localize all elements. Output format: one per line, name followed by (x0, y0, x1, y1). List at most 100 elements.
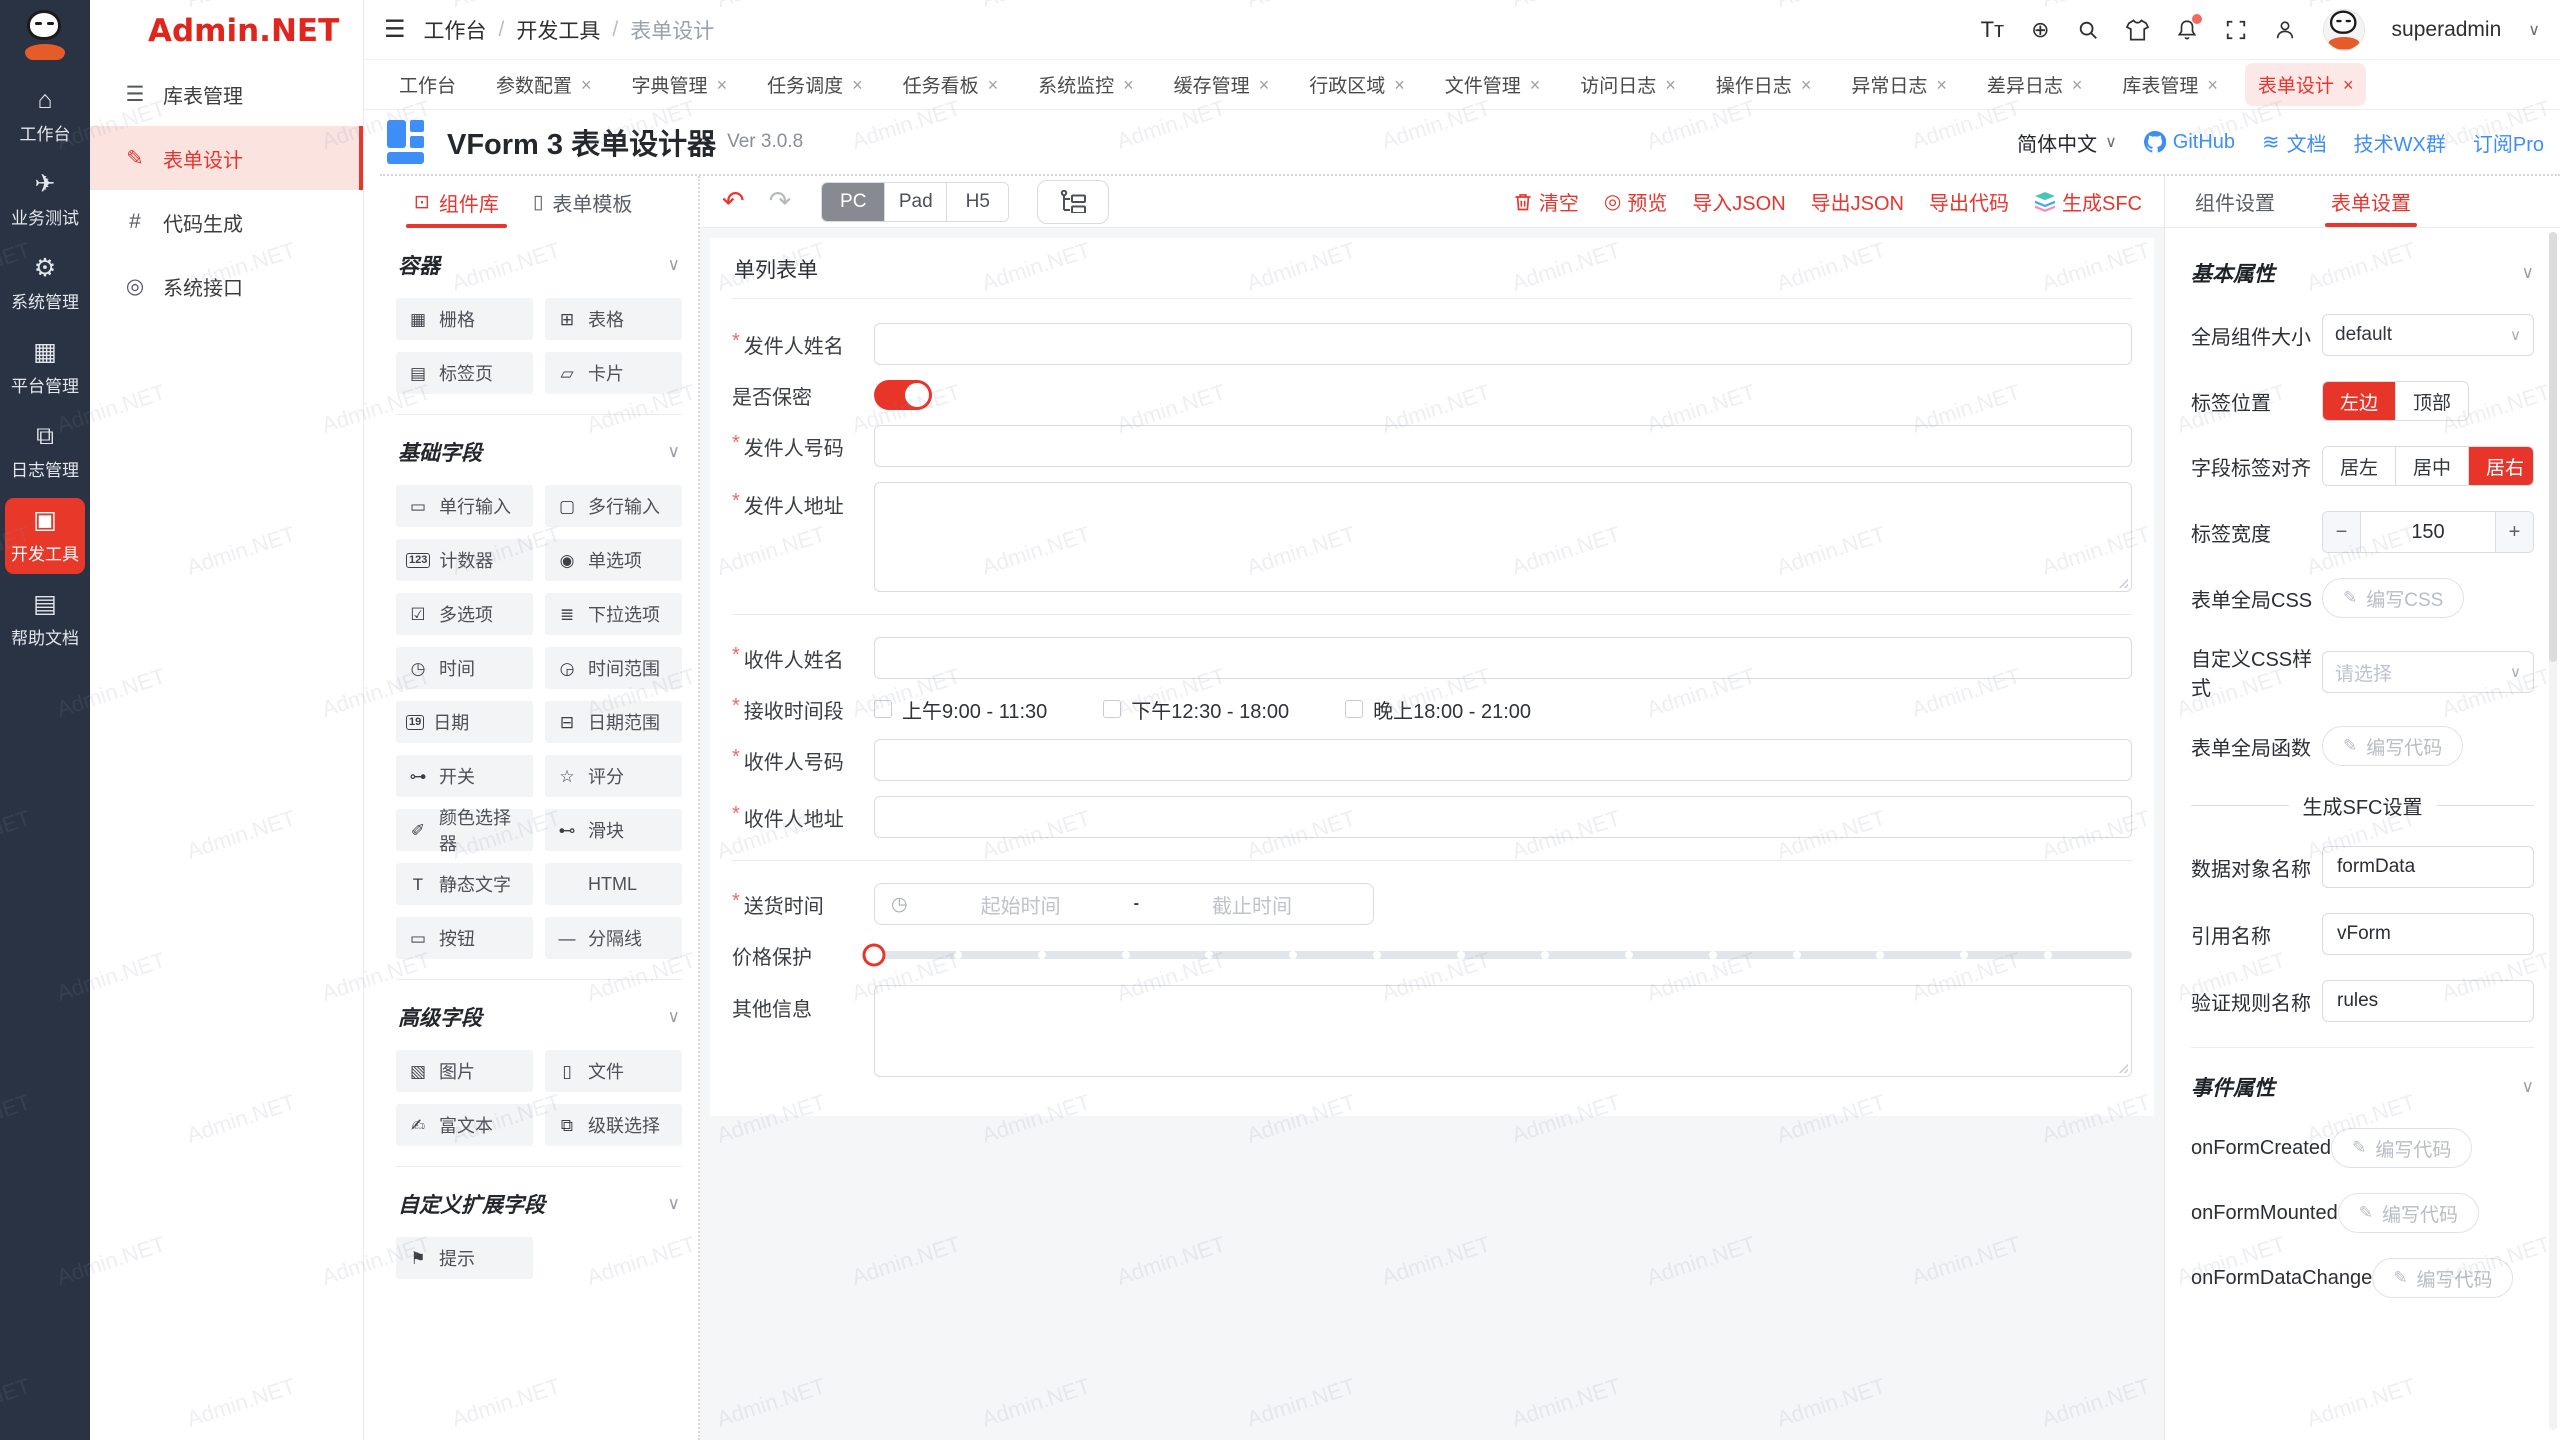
page-tab-行政区域[interactable]: 行政区域× (1296, 63, 1418, 106)
breadcrumb-item[interactable]: 工作台 (424, 15, 487, 45)
widget-滑块[interactable]: ⊷滑块 (545, 809, 682, 851)
breadcrumb-item[interactable]: 开发工具 (516, 15, 600, 45)
tab-close-icon[interactable]: × (1665, 76, 1676, 94)
widget-栅格[interactable]: ▦栅格 (396, 298, 533, 340)
segment-option-居左[interactable]: 居左 (2323, 447, 2395, 485)
stepper-plus-button[interactable]: + (2495, 512, 2533, 552)
tab-close-icon[interactable]: × (1259, 76, 1270, 94)
page-tab-任务看板[interactable]: 任务看板× (890, 63, 1012, 106)
page-tab-任务调度[interactable]: 任务调度× (754, 63, 876, 106)
rail-item-系统管理[interactable]: ⚙系统管理 (5, 246, 85, 322)
action-清空[interactable]: 清空 (1513, 187, 1579, 216)
tab-close-icon[interactable]: × (2072, 76, 2083, 94)
device-button-H5[interactable]: H5 (946, 183, 1008, 221)
redo-icon[interactable]: ↷ (769, 188, 792, 215)
settings-tab-组件设置[interactable]: 组件设置 (2195, 176, 2275, 227)
link-技术WX群[interactable]: 技术WX群 (2354, 128, 2446, 157)
tab-close-icon[interactable]: × (581, 76, 592, 94)
tab-close-icon[interactable]: × (1530, 76, 1541, 94)
node-tree-button[interactable] (1037, 180, 1109, 224)
widget-单行输入[interactable]: ▭单行输入 (396, 485, 533, 527)
widget-提示[interactable]: ⚑提示 (396, 1237, 533, 1279)
profile-person-icon[interactable] (2274, 19, 2296, 41)
widget-标签页[interactable]: ▤标签页 (396, 352, 533, 394)
widget-静态文字[interactable]: T静态文字 (396, 863, 533, 905)
widget-分隔线[interactable]: —分隔线 (545, 917, 682, 959)
action-导出代码[interactable]: 导出代码 (1929, 187, 2009, 216)
slider-track[interactable] (874, 951, 2132, 959)
tab-close-icon[interactable]: × (717, 76, 728, 94)
widget-按钮[interactable]: ▭按钮 (396, 917, 533, 959)
rail-item-日志管理[interactable]: ⧉日志管理 (5, 414, 85, 490)
code-editor-button[interactable]: ✎编写CSS (2322, 578, 2464, 618)
stepper-minus-button[interactable]: − (2323, 512, 2361, 552)
page-tab-操作日志[interactable]: 操作日志× (1703, 63, 1825, 106)
sidebar-item-库表管理[interactable]: ☰库表管理 (90, 62, 363, 126)
settings-section-header[interactable]: 基本属性∨ (2191, 258, 2534, 288)
device-button-PC[interactable]: PC (822, 183, 884, 221)
section-chevron-down-icon[interactable]: ∨ (668, 442, 680, 462)
action-导入JSON[interactable]: 导入JSON (1692, 187, 1785, 216)
widget-开关[interactable]: ⊶开关 (396, 755, 533, 797)
checkbox-box[interactable] (874, 700, 892, 718)
select-control[interactable]: 请选择∨ (2322, 651, 2534, 693)
text-input[interactable]: formData (2322, 846, 2534, 888)
stepper-value[interactable]: 150 (2361, 512, 2495, 552)
language-select[interactable]: 简体中文 ∨ (2017, 128, 2117, 157)
section-chevron-down-icon[interactable]: ∨ (2522, 1077, 2534, 1097)
rail-item-工作台[interactable]: ⌂工作台 (5, 78, 85, 154)
widget-颜色选择器[interactable]: ✐颜色选择器 (396, 809, 533, 851)
page-tab-访问日志[interactable]: 访问日志× (1567, 63, 1689, 106)
rail-item-开发工具[interactable]: ▣开发工具 (5, 498, 85, 574)
action-预览[interactable]: ◎预览 (1604, 187, 1667, 216)
username-label[interactable]: superadmin (2392, 18, 2502, 42)
widget-表格[interactable]: ⊞表格 (545, 298, 682, 340)
time-range-picker[interactable]: ◷起始时间-截止时间 (874, 883, 1374, 925)
checkbox-box[interactable] (1345, 700, 1363, 718)
text-input[interactable] (874, 323, 2132, 365)
tab-close-icon[interactable]: × (1394, 76, 1405, 94)
page-tab-库表管理[interactable]: 库表管理× (2109, 63, 2231, 106)
action-生成SFC[interactable]: 生成SFC (2034, 187, 2142, 216)
notification-bell-icon[interactable] (2176, 18, 2198, 41)
text-input[interactable] (874, 739, 2132, 781)
segment-option-顶部[interactable]: 顶部 (2395, 382, 2468, 420)
section-chevron-down-icon[interactable]: ∨ (2522, 263, 2534, 283)
segment-option-居右[interactable]: 居右 (2468, 447, 2534, 485)
page-tab-表单设计[interactable]: 表单设计× (2245, 63, 2367, 106)
slider-handle[interactable] (863, 944, 886, 967)
widget-图片[interactable]: ▧图片 (396, 1050, 533, 1092)
checkbox-option[interactable]: 下午12:30 - 18:00 (1103, 695, 1289, 724)
sidebar-item-系统接口[interactable]: ◎系统接口 (90, 254, 363, 318)
segment-option-左边[interactable]: 左边 (2323, 382, 2395, 420)
widget-日期[interactable]: 19日期 (396, 701, 533, 743)
switch-toggle-on[interactable] (874, 380, 932, 410)
undo-icon[interactable]: ↶ (722, 188, 745, 215)
rail-item-平台管理[interactable]: ▦平台管理 (5, 330, 85, 406)
widget-section-header[interactable]: 容器∨ (398, 250, 680, 280)
form-canvas[interactable]: 单列表单 *发件人姓名是否保密*发件人号码*发件人地址*收件人姓名*接收时间段上… (700, 228, 2164, 1440)
widget-section-header[interactable]: 自定义扩展字段∨ (398, 1189, 680, 1219)
tab-close-icon[interactable]: × (2207, 76, 2218, 94)
code-editor-button[interactable]: ✎编写代码 (2338, 1193, 2479, 1233)
widget-时间[interactable]: ◷时间 (396, 647, 533, 689)
tab-close-icon[interactable]: × (2343, 76, 2354, 94)
device-button-Pad[interactable]: Pad (884, 183, 946, 221)
rail-item-帮助文档[interactable]: ▤帮助文档 (5, 582, 85, 658)
theme-shirt-icon[interactable] (2126, 19, 2149, 41)
tab-close-icon[interactable]: × (852, 76, 863, 94)
widget-级联选择[interactable]: ⧉级联选择 (545, 1104, 682, 1146)
widget-下拉选项[interactable]: ≣下拉选项 (545, 593, 682, 635)
panel-tab-表单模板[interactable]: ▯表单模板 (533, 176, 632, 228)
widget-单选项[interactable]: ◉单选项 (545, 539, 682, 581)
textarea-input[interactable] (874, 985, 2132, 1077)
page-tab-系统监控[interactable]: 系统监控× (1025, 63, 1147, 106)
page-tab-异常日志[interactable]: 异常日志× (1838, 63, 1960, 106)
widget-评分[interactable]: ☆评分 (545, 755, 682, 797)
select-control[interactable]: default∨ (2322, 314, 2534, 356)
widget-计数器[interactable]: 123计数器 (396, 539, 533, 581)
section-chevron-down-icon[interactable]: ∨ (668, 1194, 680, 1214)
tab-close-icon[interactable]: × (988, 76, 999, 94)
page-tab-文件管理[interactable]: 文件管理× (1432, 63, 1554, 106)
fullscreen-icon[interactable] (2225, 19, 2247, 41)
